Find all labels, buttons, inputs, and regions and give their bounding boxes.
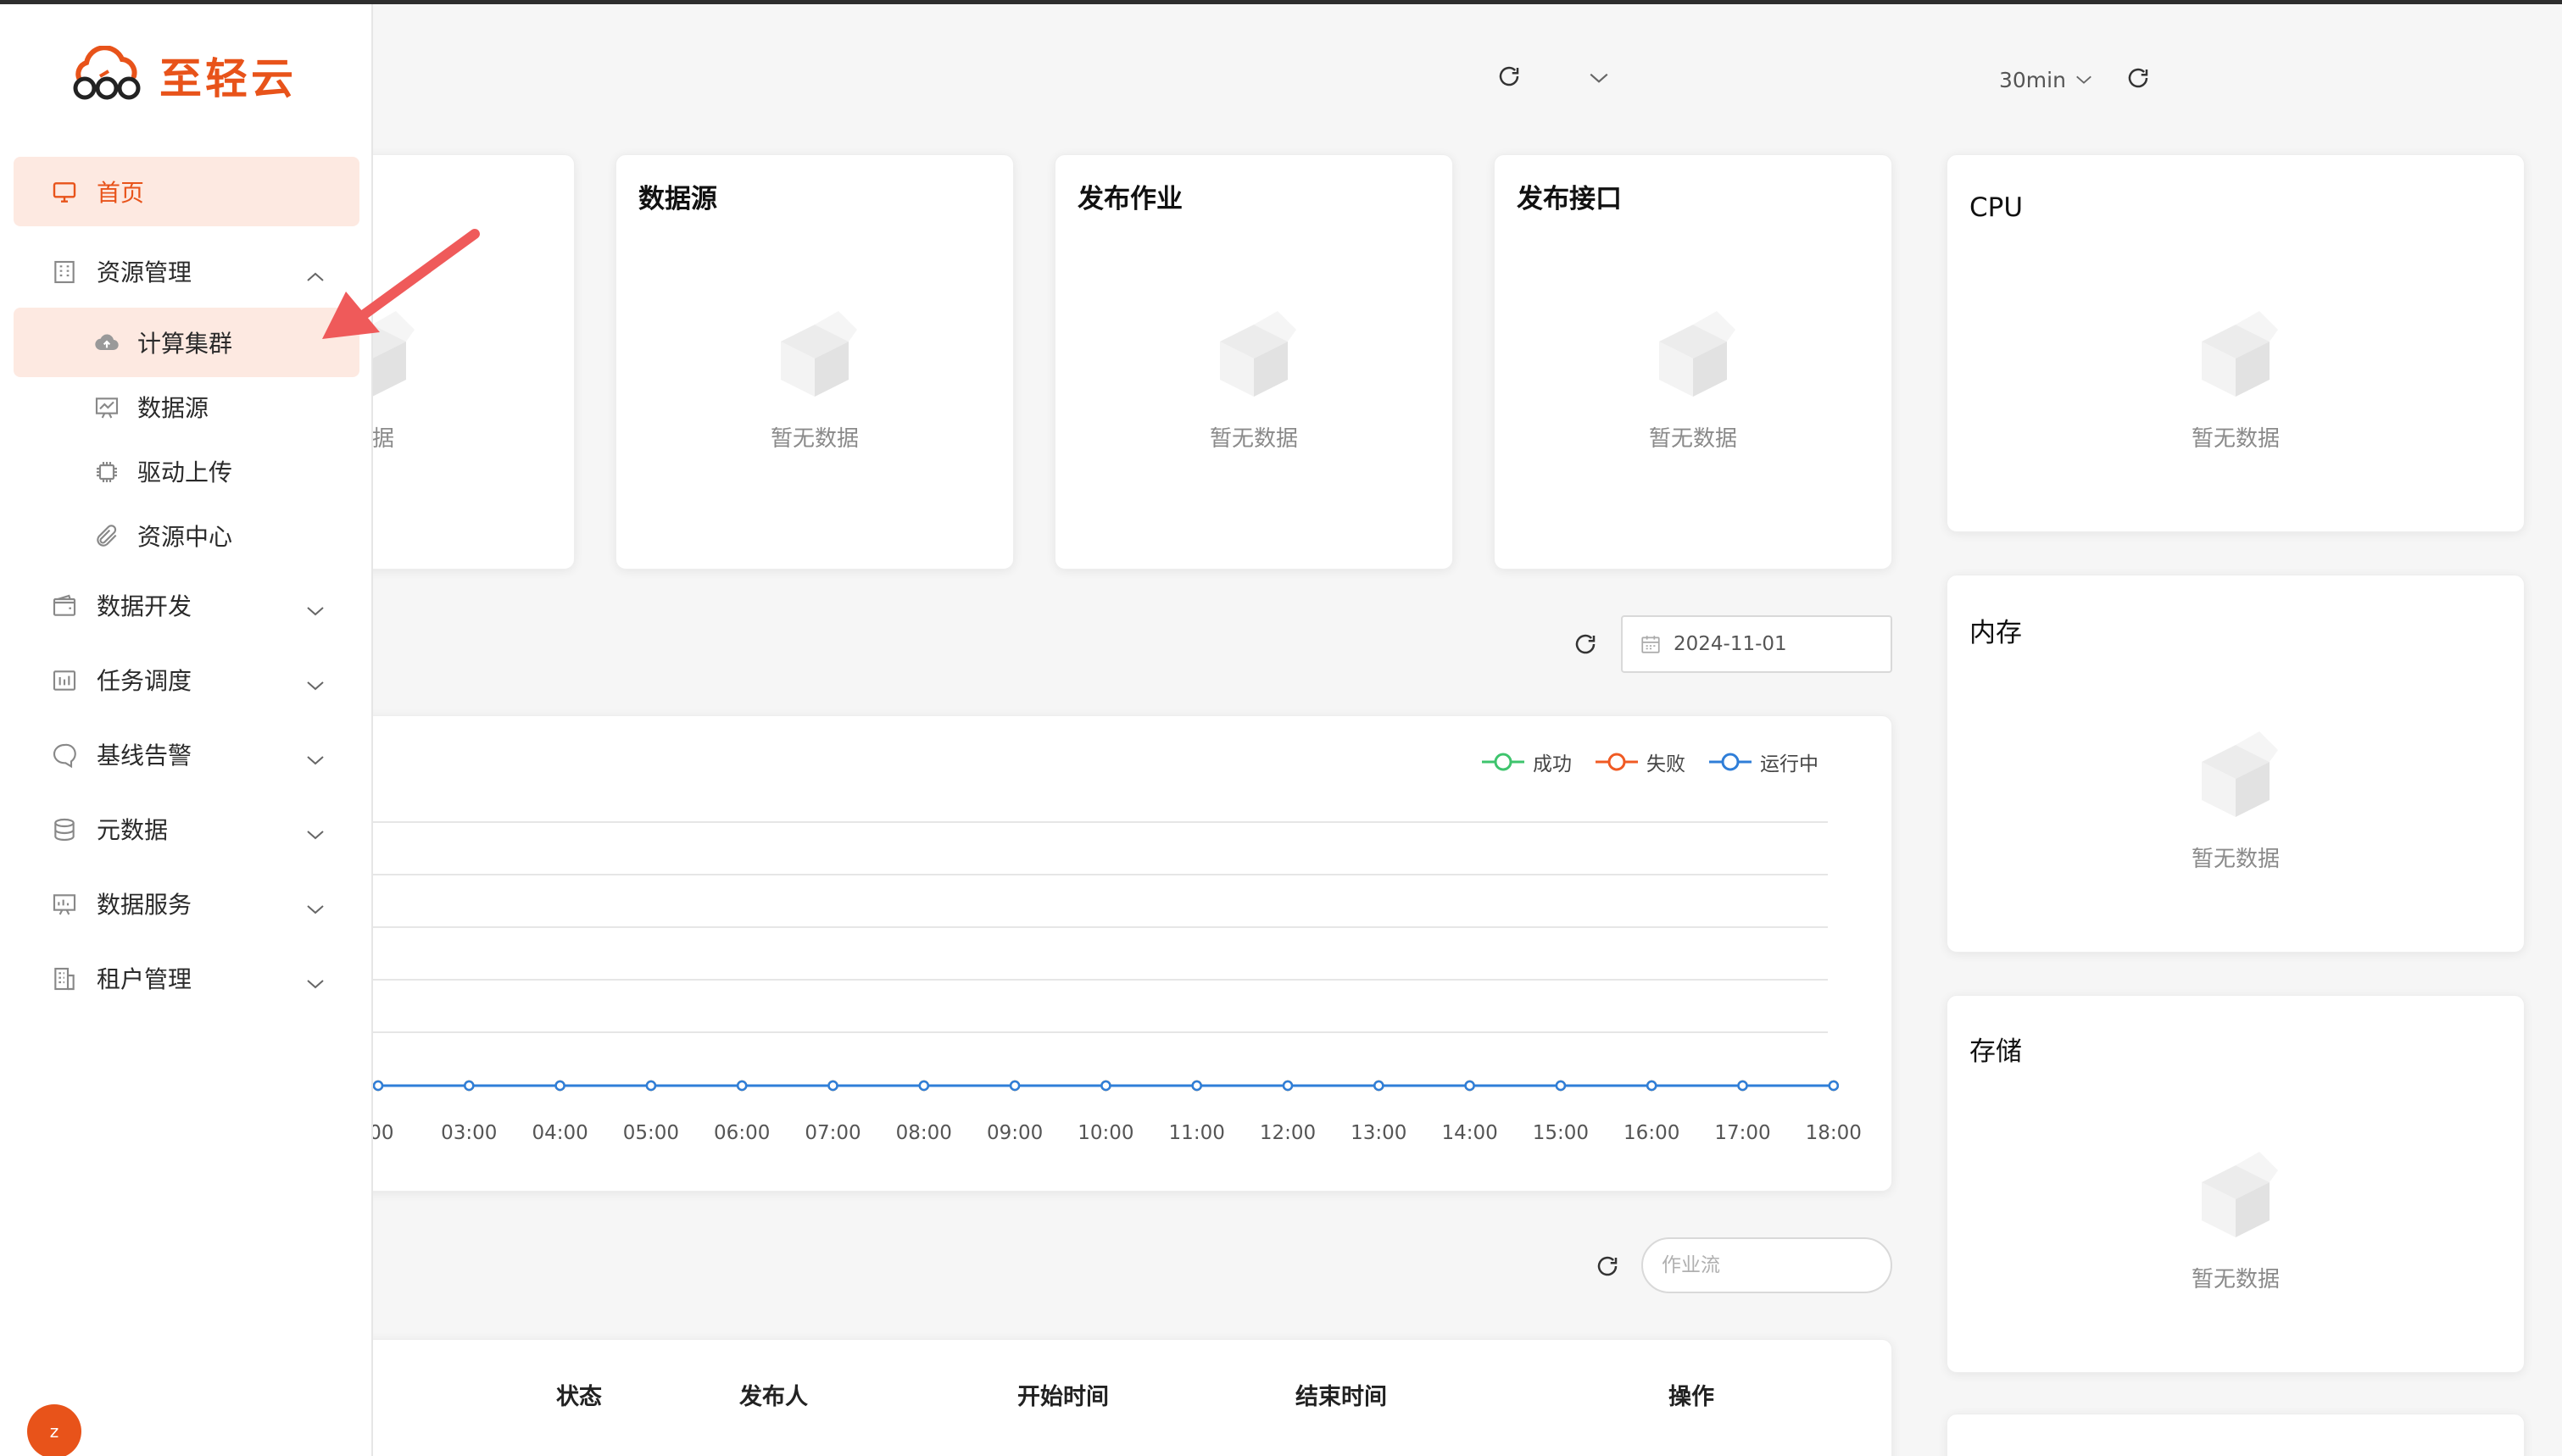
sidebar-item-label: 驱动上传: [137, 458, 233, 486]
chart-x-tick-label: 10:00: [1078, 1122, 1133, 1144]
chevron-down-icon: [305, 596, 329, 616]
chip-icon: [93, 458, 120, 486]
chat-icon: [51, 742, 78, 769]
sidebar-item-compute-cluster[interactable]: 计算集群: [14, 308, 359, 377]
chart-data-point: [1009, 1080, 1021, 1092]
sidebar-item-label: 数据服务: [97, 891, 192, 919]
logo-text: 至轻云: [159, 54, 297, 103]
chevron-down-icon: [305, 894, 329, 914]
chart-data-point: [736, 1080, 748, 1092]
chart-data-point: [1737, 1080, 1748, 1092]
chart-data-point: [1282, 1080, 1294, 1092]
monitor-icon: [51, 179, 78, 206]
sidebar-item-label: 资源管理: [97, 258, 192, 286]
table-header-end-time[interactable]: 结束时间: [1295, 1378, 1387, 1411]
user-avatar[interactable]: z: [27, 1404, 81, 1456]
chart-data-point: [554, 1080, 565, 1092]
sidebar-item-resource-center[interactable]: 资源中心: [14, 501, 359, 570]
table-header-status[interactable]: 状态: [556, 1378, 602, 1411]
chart-data-point: [1100, 1080, 1111, 1092]
cloud-upload-icon: [93, 330, 120, 357]
chart-x-tick-label: 14:00: [1441, 1122, 1497, 1144]
building-icon: [51, 258, 78, 286]
chart-x-tick-label: 08:00: [896, 1122, 952, 1144]
chart-data-point: [372, 1080, 384, 1092]
chart-data-point: [827, 1080, 838, 1092]
chart-data-point: [1191, 1080, 1202, 1092]
chart-data-point: [645, 1080, 657, 1092]
table-header-actions[interactable]: 操作: [1668, 1378, 1714, 1411]
table-header-start-time[interactable]: 开始时间: [1017, 1378, 1109, 1411]
chart-x-tick-label: 03:00: [441, 1122, 497, 1144]
cloud-logo-icon: [73, 46, 141, 100]
sidebar-item-label: 元数据: [97, 816, 169, 844]
chart-data-point: [464, 1080, 475, 1092]
logo[interactable]: 至轻云: [68, 45, 297, 106]
sidebar-item-label: 数据源: [137, 394, 209, 422]
sidebar: 至轻云 首页 资源管理 计算集群 数据源 驱动上传 资源中心 数据开发 任务调度: [0, 4, 373, 1456]
sidebar-item-label: 数据开发: [97, 592, 192, 620]
chart-data-point: [1555, 1080, 1567, 1092]
job-run-line-chart: :00 03:00 04:00 05:00 06:00 07:00 08:00 09:00 10…: [362, 821, 1862, 1144]
office-icon: [51, 965, 78, 992]
sidebar-item-data-development[interactable]: 数据开发: [14, 570, 359, 640]
chart-x-tick-label: 13:00: [1351, 1122, 1406, 1144]
sidebar-item-label: 计算集群: [137, 330, 233, 358]
sidebar-item-label: 租户管理: [97, 965, 192, 993]
sidebar-item-resource-management[interactable]: 资源管理: [14, 236, 359, 306]
sidebar-item-home[interactable]: 首页: [14, 157, 359, 226]
chart-x-tick-label: 15:00: [1533, 1122, 1589, 1144]
chart-data-point: [1373, 1080, 1384, 1092]
chart-data-point: [1464, 1080, 1475, 1092]
sidebar-item-metadata[interactable]: 元数据: [14, 794, 359, 864]
chevron-up-icon: [305, 262, 329, 282]
chevron-down-icon: [305, 969, 329, 989]
chart-x-tick-label: 05:00: [623, 1122, 679, 1144]
sidebar-item-label: 资源中心: [137, 523, 233, 551]
chart-board-icon: [93, 394, 120, 421]
sidebar-item-label: 基线告警: [97, 742, 192, 770]
chevron-down-icon: [305, 670, 329, 691]
chart-x-tick-label: 07:00: [805, 1122, 860, 1144]
database-icon: [51, 816, 78, 843]
sidebar-item-label: 首页: [97, 179, 145, 207]
chart-x-tick-label: 12:00: [1260, 1122, 1316, 1144]
chart-x-tick-label: 17:00: [1714, 1122, 1770, 1144]
chevron-down-icon: [305, 745, 329, 765]
job-list-refresh-icon[interactable]: [1589, 1248, 1626, 1285]
sidebar-item-task-scheduling[interactable]: 任务调度: [14, 645, 359, 714]
sidebar-item-datasource[interactable]: 数据源: [14, 372, 359, 442]
sidebar-item-driver-upload[interactable]: 驱动上传: [14, 436, 359, 506]
job-flow-search-input[interactable]: [1641, 1237, 1892, 1293]
chart-x-tick-label: 09:00: [987, 1122, 1043, 1144]
chart-data-point: [918, 1080, 930, 1092]
screen-icon: [51, 891, 78, 918]
chart-data-point: [1828, 1080, 1840, 1092]
chart-x-tick-label: 06:00: [714, 1122, 770, 1144]
chart-x-tick-label: 18:00: [1806, 1122, 1862, 1144]
sidebar-item-baseline-alerts[interactable]: 基线告警: [14, 720, 359, 789]
wallet-icon: [51, 592, 78, 620]
chart-x-tick-label: 16:00: [1624, 1122, 1679, 1144]
sidebar-item-data-services[interactable]: 数据服务: [14, 869, 359, 938]
chart-x-tick-label: 04:00: [532, 1122, 588, 1144]
bars-icon: [51, 667, 78, 694]
chart-x-tick-label: 11:00: [1169, 1122, 1225, 1144]
chevron-down-icon: [305, 820, 329, 840]
sidebar-item-tenant-management[interactable]: 租户管理: [14, 943, 359, 1013]
table-header-publisher[interactable]: 发布人: [739, 1378, 808, 1411]
chart-data-point: [1646, 1080, 1657, 1092]
paperclip-icon: [93, 523, 120, 550]
sidebar-item-label: 任务调度: [97, 667, 192, 695]
